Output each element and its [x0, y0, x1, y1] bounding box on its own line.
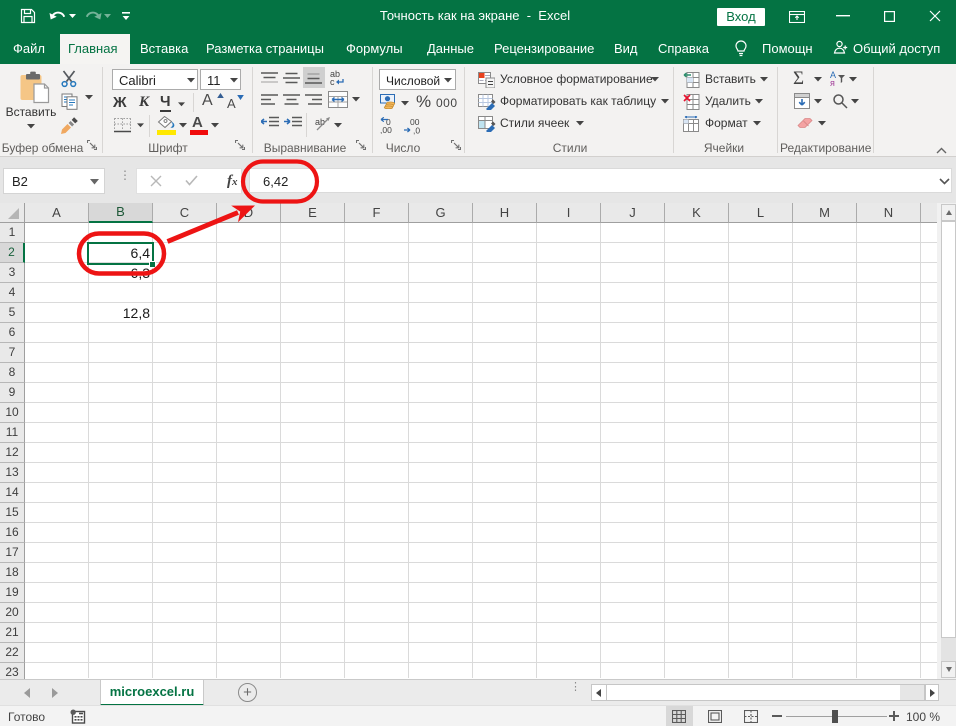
svg-text:c: c [330, 77, 335, 86]
svg-text:,0: ,0 [413, 126, 420, 136]
svg-text:ab: ab [315, 117, 325, 127]
svg-text:,00: ,00 [380, 125, 392, 135]
svg-text:я: я [830, 78, 835, 87]
